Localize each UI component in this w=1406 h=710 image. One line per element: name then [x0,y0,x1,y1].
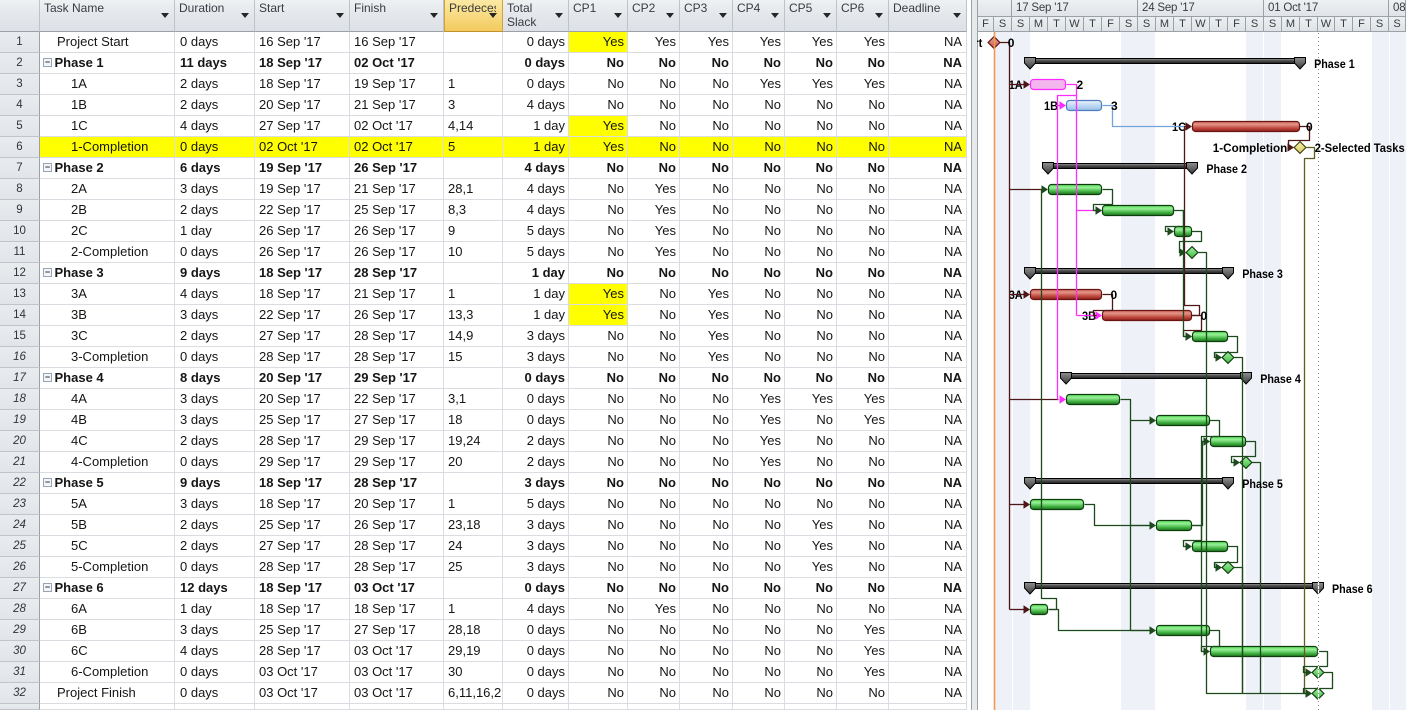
svg-text:0: 0 [1008,36,1015,50]
svg-text:Project Start: Project Start [977,36,982,50]
svg-text:1-Completion: 1-Completion [1213,141,1288,155]
svg-text:2: 2 [1077,78,1084,92]
svg-text:Phase 3: Phase 3 [1242,267,1283,281]
svg-text:2-Selected Tasks: 2-Selected Tasks [1315,141,1405,155]
svg-text:Phase 1: Phase 1 [1314,57,1355,71]
svg-text:Phase 4: Phase 4 [1260,372,1301,386]
svg-text:0: 0 [1111,288,1118,302]
svg-text:Phase 6: Phase 6 [1332,582,1373,596]
svg-text:Phase 2: Phase 2 [1206,162,1247,176]
svg-text:Phase 5: Phase 5 [1242,477,1283,491]
svg-text:0: 0 [1306,120,1313,134]
svg-text:1B: 1B [1044,99,1058,113]
svg-text:0: 0 [1201,309,1208,323]
svg-text:3: 3 [1111,99,1118,113]
